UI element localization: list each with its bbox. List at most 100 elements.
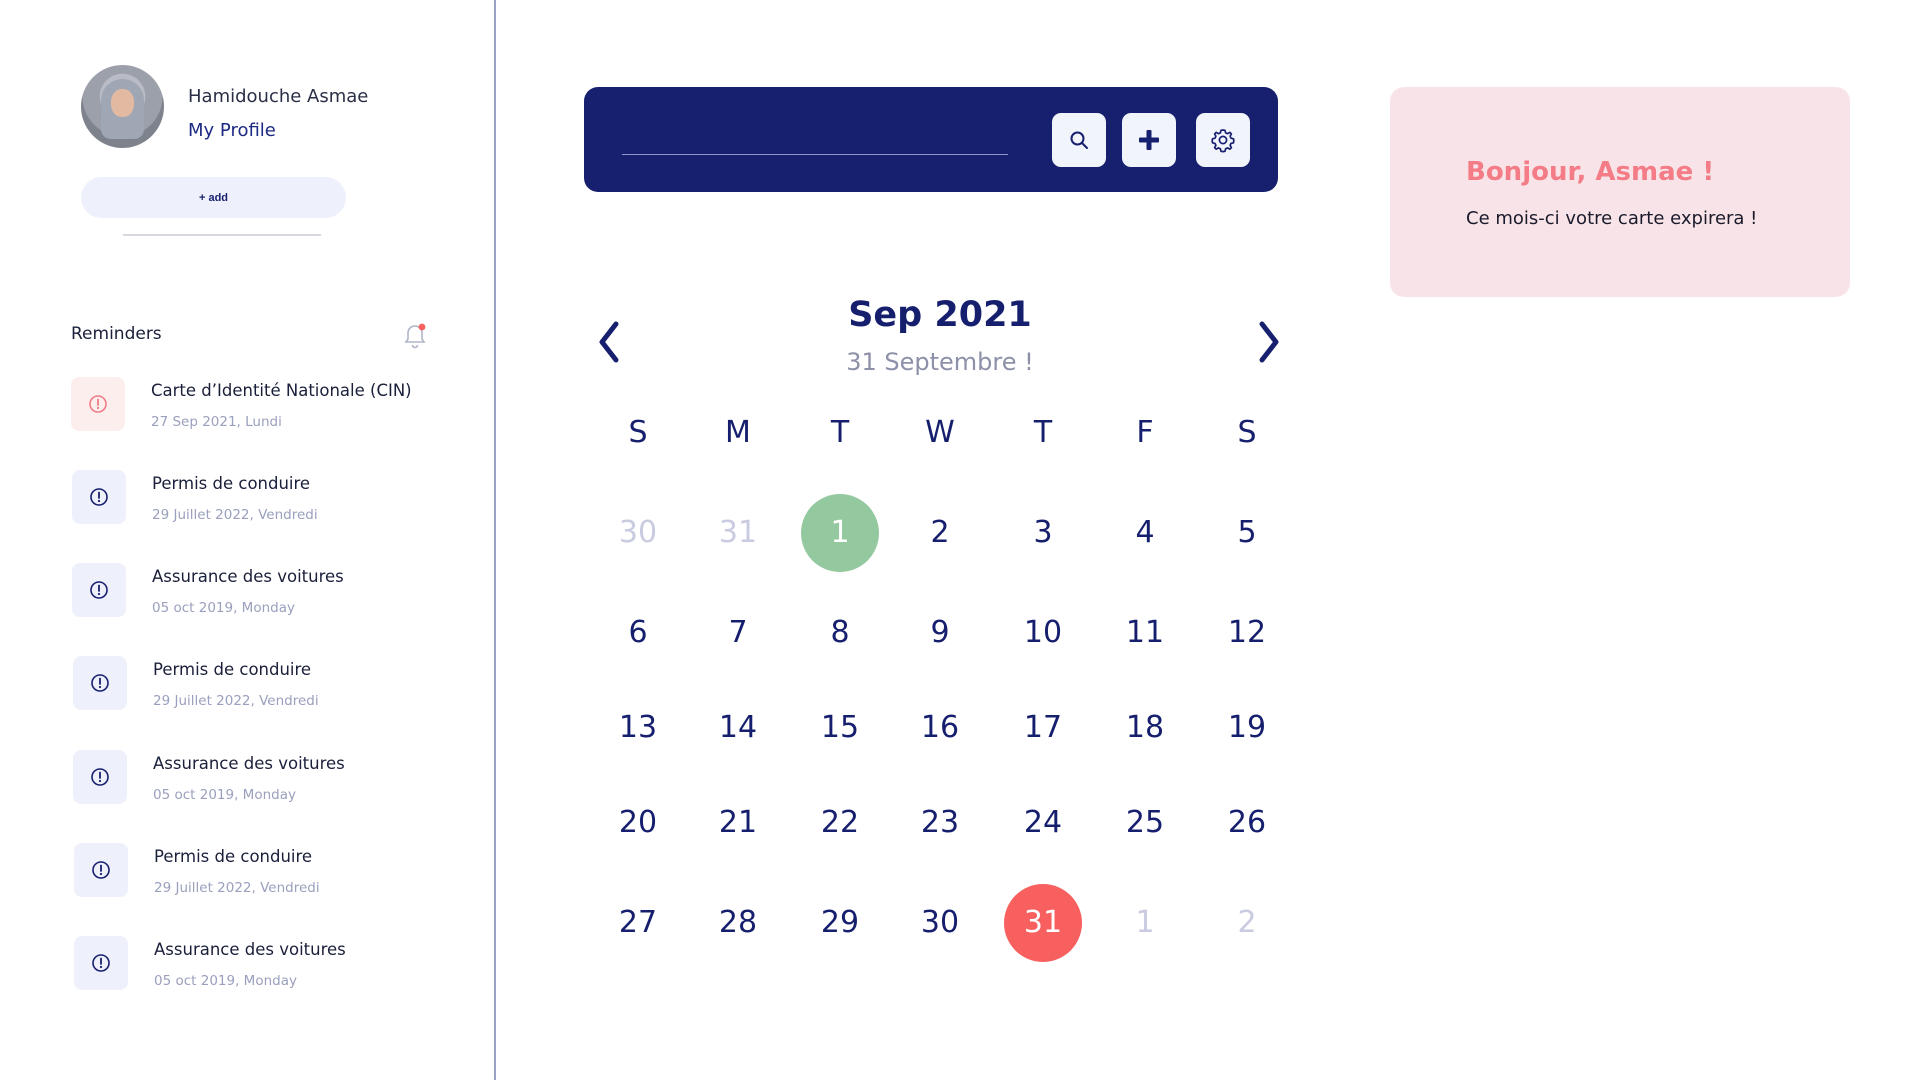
add-button[interactable]: + add (81, 177, 346, 218)
calendar-day[interactable]: 22 (800, 783, 880, 863)
reminder-name: Permis de conduire (152, 474, 311, 493)
reminder-item[interactable]: Assurance des voitures 05 oct 2019, Monda… (72, 563, 452, 623)
calendar-day-selected[interactable]: 31 (1003, 883, 1083, 963)
calendar-day[interactable]: 13 (598, 688, 678, 768)
calendar-day[interactable]: 19 (1207, 688, 1287, 768)
reminder-status-icon-box (72, 470, 126, 524)
reminder-status-icon-box (72, 563, 126, 617)
exclamation-circle-icon (90, 488, 108, 506)
search-button[interactable] (1052, 113, 1106, 167)
calendar-day[interactable]: 23 (900, 783, 980, 863)
reminder-date: 29 Juillet 2022, Vendredi (153, 693, 319, 709)
exclamation-circle-icon (92, 861, 110, 879)
previous-month-arrow-icon[interactable] (592, 318, 626, 366)
weekday-label: T (830, 415, 850, 450)
calendar-day[interactable]: 2 (1207, 883, 1287, 963)
reminder-status-icon-box (74, 936, 128, 990)
selected-day-subtitle: 31 Septembre ! (846, 348, 1034, 376)
calendar-day[interactable]: 28 (698, 883, 778, 963)
calendar-day[interactable]: 10 (1003, 593, 1083, 673)
reminder-item[interactable]: Permis de conduire 29 Juillet 2022, Vendr… (73, 656, 453, 716)
reminder-date: 27 Sep 2021, Lundi (151, 414, 282, 430)
reminder-date: 05 oct 2019, Monday (153, 787, 296, 803)
reminder-item[interactable]: Assurance des voitures 05 oct 2019, Monda… (74, 936, 454, 996)
my-profile-link[interactable]: My Profile (188, 120, 276, 141)
calendar-day[interactable]: 24 (1003, 783, 1083, 863)
add-event-button[interactable] (1122, 113, 1176, 167)
weekday-label: S (1237, 415, 1257, 450)
calendar-day-highlighted[interactable]: 1 (800, 493, 880, 573)
calendar-day[interactable]: 12 (1207, 593, 1287, 673)
exclamation-circle-icon (91, 768, 109, 786)
calendar-day[interactable]: 14 (698, 688, 778, 768)
calendar-day[interactable]: 6 (598, 593, 678, 673)
calendar-day[interactable]: 30 (598, 493, 678, 573)
reminder-date: 05 oct 2019, Monday (154, 973, 297, 989)
calendar-day[interactable]: 16 (900, 688, 980, 768)
calendar-day[interactable]: 20 (598, 783, 678, 863)
avatar-face (111, 89, 134, 117)
weekday-label: W (925, 415, 955, 450)
calendar-day[interactable]: 25 (1105, 783, 1185, 863)
day-number: 1 (830, 515, 850, 550)
reminder-date: 29 Juillet 2022, Vendredi (152, 507, 318, 523)
calendar-day[interactable]: 4 (1105, 493, 1185, 573)
calendar-day[interactable]: 21 (698, 783, 778, 863)
profile-name: Hamidouche Asmae (188, 86, 369, 107)
reminder-status-icon-box (73, 750, 127, 804)
sidebar: Hamidouche Asmae My Profile + add Remind… (0, 0, 496, 1080)
reminder-name: Permis de conduire (154, 847, 313, 866)
search-icon (1070, 131, 1088, 149)
reminders-title: Reminders (71, 324, 162, 344)
avatar[interactable] (81, 65, 164, 148)
calendar-day[interactable]: 29 (800, 883, 880, 963)
calendar-day[interactable]: 17 (1003, 688, 1083, 768)
bell-icon[interactable] (402, 322, 428, 350)
reminder-date: 05 oct 2019, Monday (152, 600, 295, 616)
weekday-label: T (1033, 415, 1053, 450)
month-title: Sep 2021 (848, 295, 1032, 335)
day-number: 31 (1023, 905, 1063, 940)
calendar-day[interactable]: 1 (1105, 883, 1185, 963)
calendar-day[interactable]: 8 (800, 593, 880, 673)
reminder-name: Assurance des voitures (153, 754, 345, 773)
reminder-item[interactable]: Carte d’Identité Nationale (CIN) 27 Sep 2… (71, 377, 451, 437)
calendar-day[interactable]: 27 (598, 883, 678, 963)
calendar-day[interactable]: 18 (1105, 688, 1185, 768)
next-month-arrow-icon[interactable] (1252, 318, 1286, 366)
greeting-message: Ce mois-ci votre carte expirera ! (1466, 208, 1758, 229)
reminder-status-icon-box (73, 656, 127, 710)
reminder-item[interactable]: Assurance des voitures 05 oct 2019, Monda… (73, 750, 453, 810)
gear-icon (1211, 129, 1235, 153)
weekday-label: F (1136, 415, 1154, 450)
search-bar (584, 87, 1278, 192)
greeting-title: Bonjour, Asmae ! (1466, 157, 1715, 187)
calendar-day[interactable]: 2 (900, 493, 980, 573)
weekday-label: M (725, 415, 751, 450)
search-input[interactable] (622, 117, 1008, 155)
plus-icon (1139, 130, 1159, 150)
calendar-day[interactable]: 7 (698, 593, 778, 673)
greeting-card: Bonjour, Asmae ! Ce mois-ci votre carte … (1390, 87, 1850, 297)
exclamation-circle-icon (91, 674, 109, 692)
reminder-name: Permis de conduire (153, 660, 312, 679)
calendar-day[interactable]: 5 (1207, 493, 1287, 573)
calendar-day[interactable]: 26 (1207, 783, 1287, 863)
reminder-item[interactable]: Permis de conduire 29 Juillet 2022, Vendr… (74, 843, 454, 903)
reminder-name: Assurance des voitures (152, 567, 344, 586)
calendar-day[interactable]: 11 (1105, 593, 1185, 673)
calendar-day[interactable]: 3 (1003, 493, 1083, 573)
calendar-day[interactable]: 31 (698, 493, 778, 573)
exclamation-circle-icon (89, 395, 107, 413)
calendar-day[interactable]: 15 (800, 688, 880, 768)
settings-button[interactable] (1196, 113, 1250, 167)
weekday-label: S (628, 415, 648, 450)
calendar-day[interactable]: 9 (900, 593, 980, 673)
calendar-day[interactable]: 30 (900, 883, 980, 963)
reminder-status-icon-box (71, 377, 125, 431)
reminder-date: 29 Juillet 2022, Vendredi (154, 880, 320, 896)
reminder-item[interactable]: Permis de conduire 29 Juillet 2022, Vendr… (72, 470, 452, 530)
exclamation-circle-icon (90, 581, 108, 599)
reminder-name: Carte d’Identité Nationale (CIN) (151, 381, 412, 400)
reminder-name: Assurance des voitures (154, 940, 346, 959)
